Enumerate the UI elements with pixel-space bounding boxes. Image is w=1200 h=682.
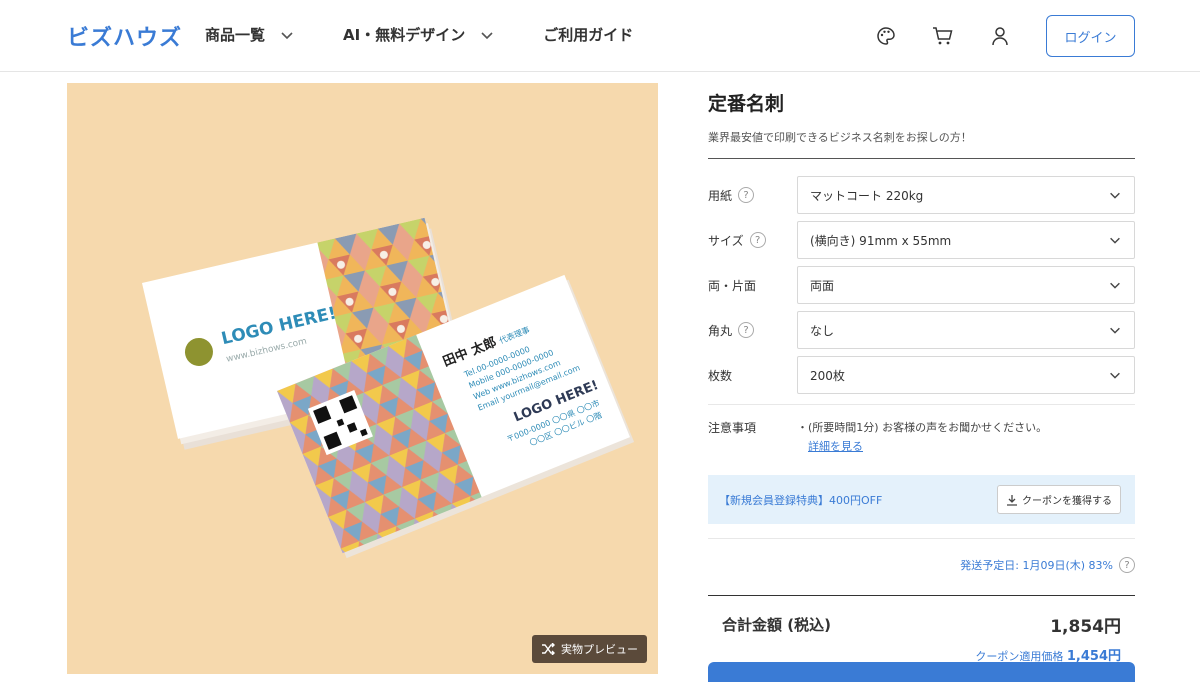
coupon-banner: 【新規会員登録特典】400円OFF クーポンを獲得する (708, 475, 1135, 524)
nav-item-products[interactable]: 商品一覧 (205, 24, 295, 45)
option-sides: 両・片面 両面 (708, 263, 1135, 307)
chevron-down-icon (1110, 282, 1120, 289)
divider (708, 538, 1135, 539)
preview-button[interactable]: 実物プレビュー (532, 635, 647, 663)
chevron-down-icon (1110, 192, 1120, 199)
sides-select[interactable]: 両面 (797, 266, 1135, 304)
notes-text: ・(所要時間1分) お客様の声をお聞かせください。 (797, 421, 1048, 434)
product-panel: 定番名刺 業界最安値で印刷できるビジネス名刺をお探しの方！ 用紙? マットコート… (708, 83, 1135, 664)
site-logo[interactable]: ビズハウズ (67, 20, 182, 52)
select-value: 200枚 (810, 368, 845, 383)
total-value: 1,854円 (1050, 617, 1121, 637)
product-image: LOGO HERE! www.bizhows.com 田中 太郎 代表理事 Te… (67, 83, 658, 674)
notes-row: 注意事項 ・(所要時間1分) お客様の声をお聞かせください。 詳細を見る (708, 419, 1135, 461)
help-icon[interactable]: ? (749, 232, 766, 248)
shuffle-icon (542, 643, 555, 655)
download-icon (1007, 494, 1017, 506)
help-icon[interactable]: ? (1119, 557, 1135, 573)
nav-label: 商品一覧 (205, 26, 266, 44)
option-label: 両・片面 (708, 278, 757, 293)
chevron-down-icon (281, 31, 293, 39)
help-icon[interactable]: ? (738, 322, 755, 338)
corner-select[interactable]: なし (797, 311, 1135, 349)
cart-icon[interactable] (931, 24, 955, 48)
main-nav: 商品一覧 AI・無料デザイン ご利用ガイド (205, 24, 681, 45)
select-value: (横向き) 91mm x 55mm (810, 233, 952, 248)
business-card-photo: LOGO HERE! www.bizhows.com 田中 太郎 代表理事 Te… (142, 217, 635, 559)
paper-select[interactable]: マットコート 220kg (797, 176, 1135, 214)
select-value: 両面 (810, 278, 835, 293)
option-size: サイズ? (横向き) 91mm x 55mm (708, 218, 1135, 262)
total-section: 合計金額 (税込) 1,854円 クーポン適用価格 1,454円 (708, 595, 1135, 664)
site-header: ビズハウズ 商品一覧 AI・無料デザイン ご利用ガイド ログイン (0, 0, 1200, 72)
notes-detail-link[interactable]: 詳細を見る (808, 438, 1047, 454)
nav-item-guide[interactable]: ご利用ガイド (543, 24, 633, 45)
chevron-down-icon (1110, 237, 1120, 244)
purchase-button[interactable] (708, 662, 1135, 682)
nav-item-ai-design[interactable]: AI・無料デザイン (343, 24, 495, 45)
select-value: マットコート 220kg (810, 188, 924, 203)
help-icon[interactable]: ? (738, 187, 755, 203)
product-title: 定番名刺 (708, 93, 785, 115)
divider (708, 404, 1135, 405)
coupon-button-label: クーポンを獲得する (1022, 496, 1112, 507)
user-icon[interactable] (988, 24, 1012, 48)
get-coupon-button[interactable]: クーポンを獲得する (997, 485, 1121, 514)
shipping-text: 発送予定日: 1月09日(木) 83% (960, 559, 1113, 572)
product-subtitle: 業界最安値で印刷できるビジネス名刺をお探しの方！ (708, 131, 972, 144)
option-label: 用紙 (708, 188, 733, 203)
palette-icon[interactable] (874, 24, 898, 48)
login-button[interactable]: ログイン (1046, 15, 1135, 57)
option-paper: 用紙? マットコート 220kg (708, 173, 1135, 217)
total-label: 合計金額 (税込) (722, 616, 831, 634)
select-value: なし (810, 323, 835, 338)
nav-label: AI・無料デザイン (343, 26, 466, 44)
option-label: 枚数 (708, 368, 733, 383)
size-select[interactable]: (横向き) 91mm x 55mm (797, 221, 1135, 259)
option-quantity: 枚数 200枚 (708, 353, 1135, 397)
chevron-down-icon (1110, 372, 1120, 379)
chevron-down-icon (1110, 327, 1120, 334)
chevron-down-icon (481, 31, 493, 39)
option-label: 角丸 (708, 323, 733, 338)
preview-label: 実物プレビュー (561, 643, 638, 656)
divider (708, 158, 1135, 159)
coupon-text: 【新規会員登録特典】400円OFF (719, 493, 883, 507)
nav-label: ご利用ガイド (543, 26, 634, 44)
shipping-estimate: 発送予定日: 1月09日(木) 83% ? (708, 557, 1135, 573)
option-label: サイズ (708, 233, 744, 248)
header-icons (874, 24, 1045, 48)
option-corner: 角丸? なし (708, 308, 1135, 352)
notes-label: 注意事項 (708, 421, 757, 435)
quantity-select[interactable]: 200枚 (797, 356, 1135, 394)
